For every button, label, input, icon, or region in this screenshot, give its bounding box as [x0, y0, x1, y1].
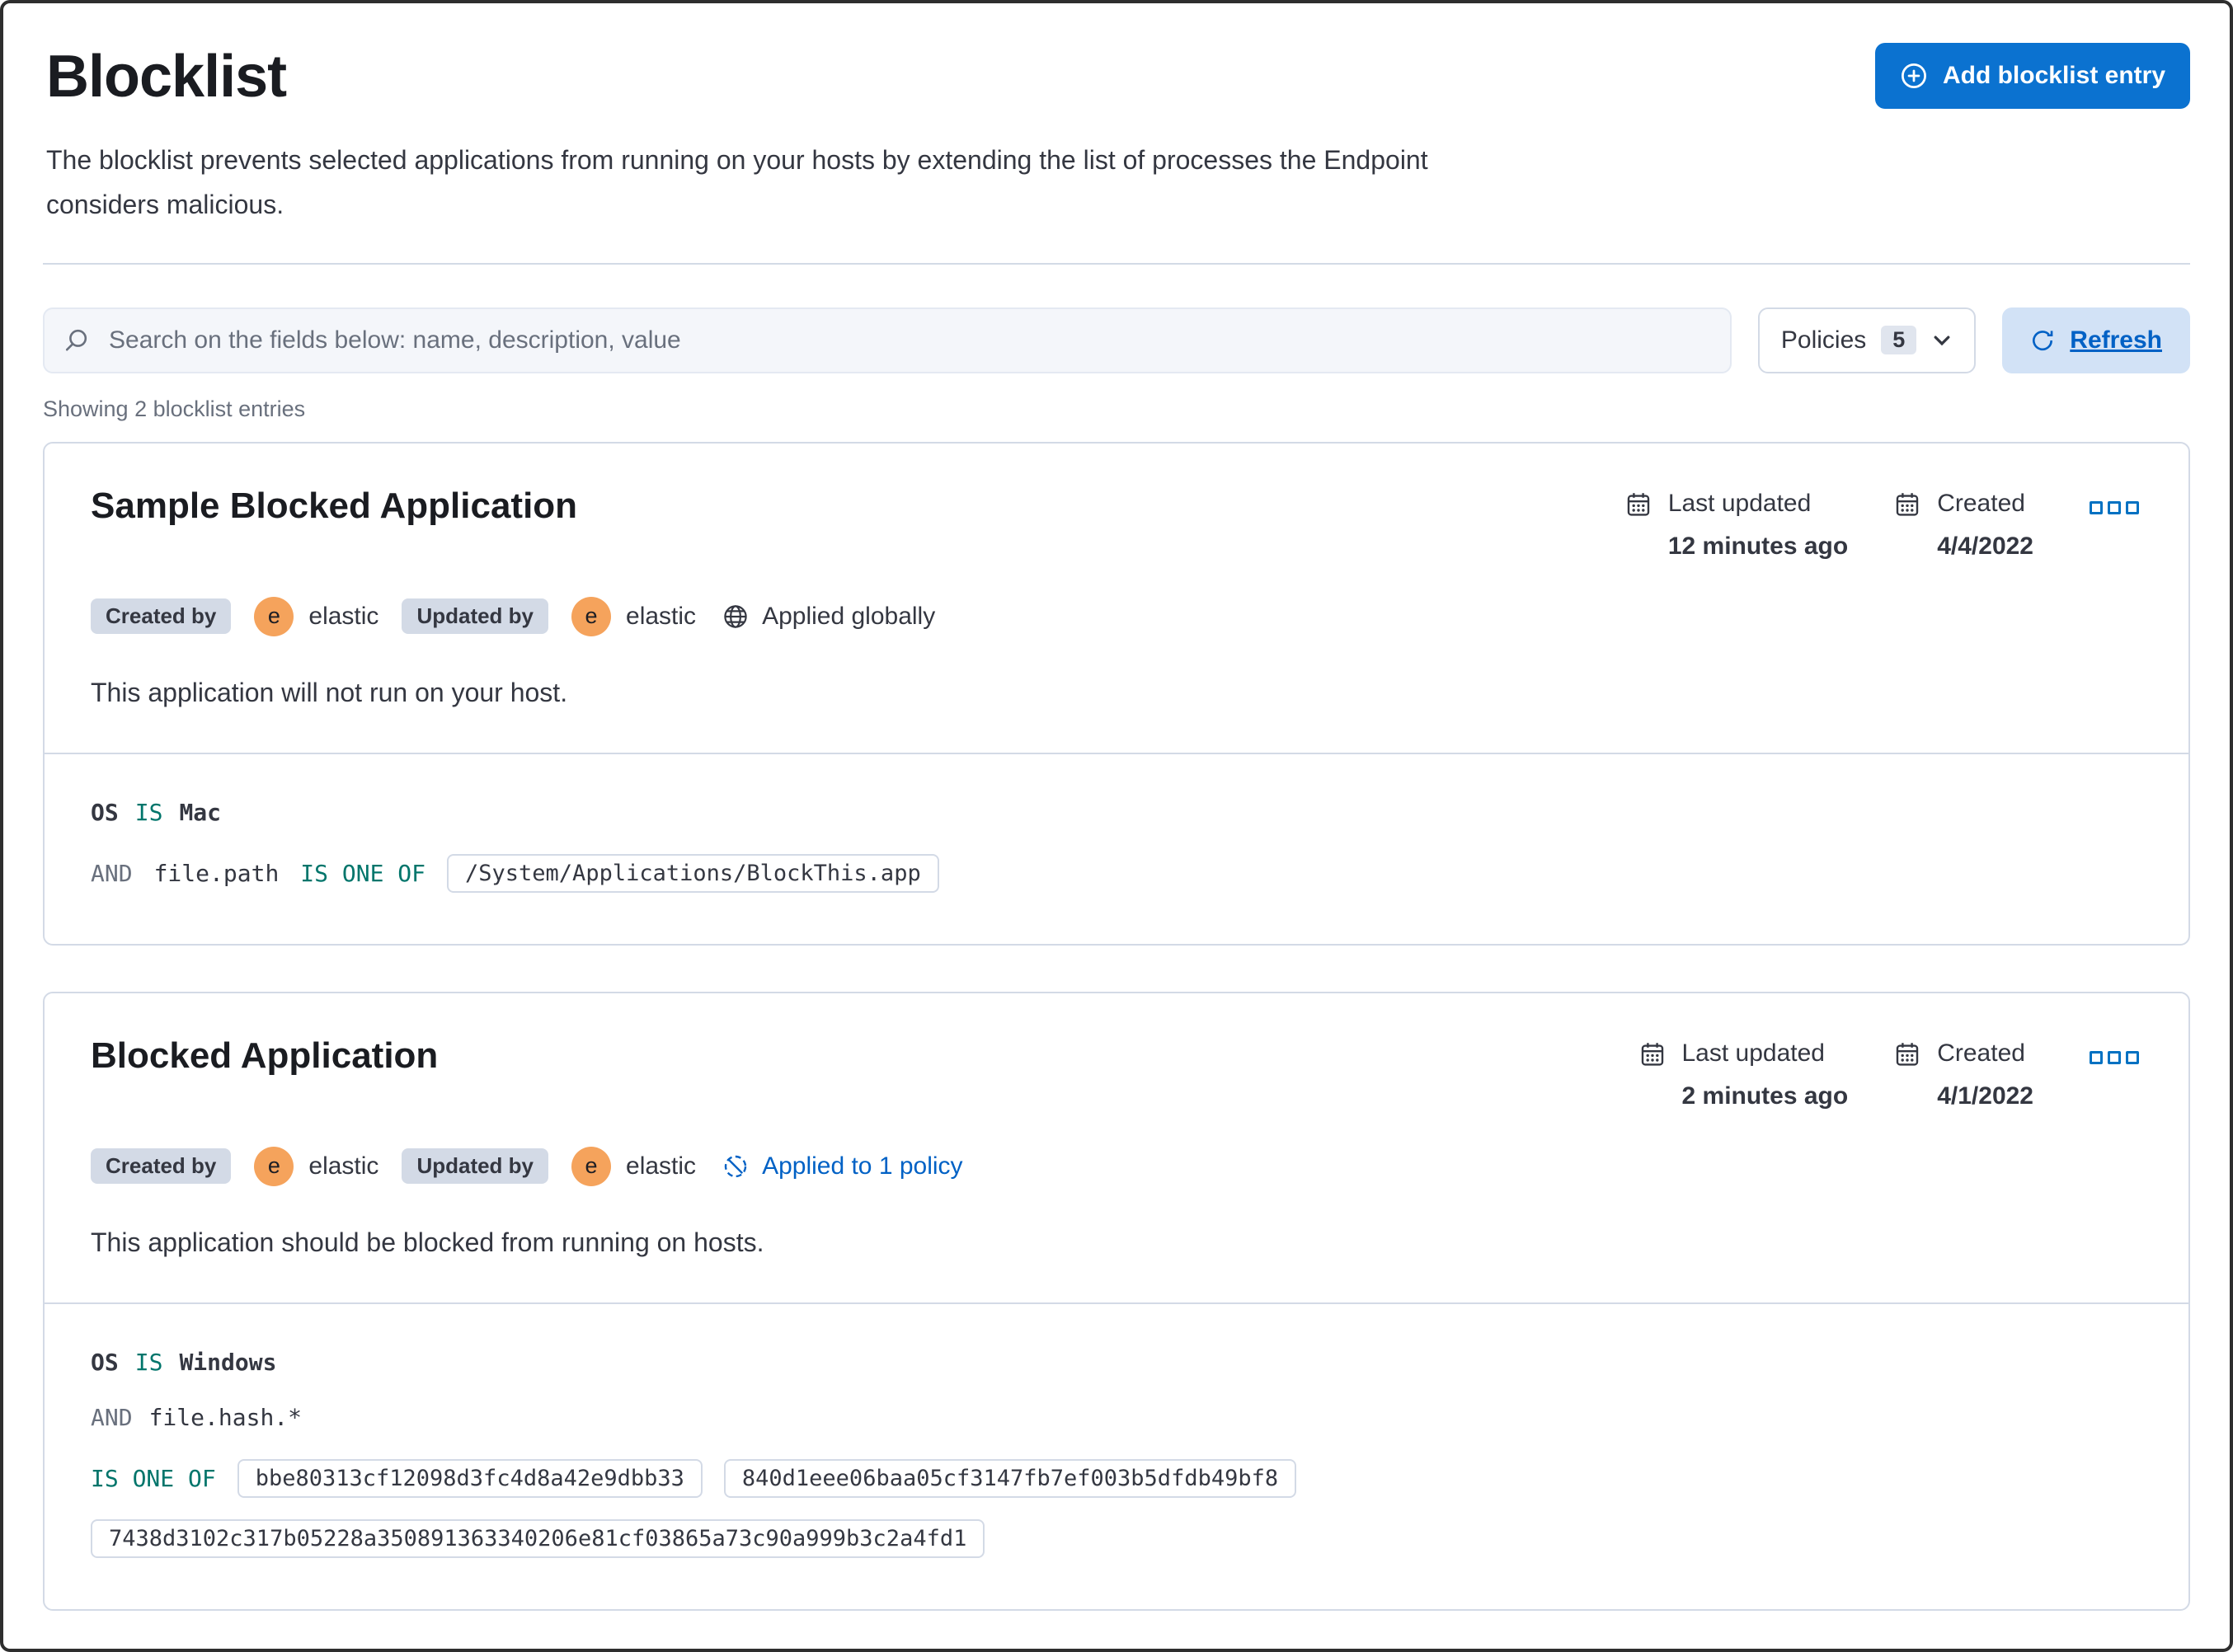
entry-title: Sample Blocked Application: [91, 485, 578, 526]
avatar: e: [571, 1146, 612, 1186]
blocklist-entry-card: Blocked Application Last updated 2 minut…: [43, 991, 2190, 1611]
add-blocklist-entry-button[interactable]: Add blocklist entry: [1874, 43, 2190, 109]
policies-label: Policies: [1780, 326, 1867, 354]
entries-summary: Showing 2 blocklist entries: [43, 396, 306, 421]
page-header: Blocklist Add blocklist entry: [43, 40, 2190, 111]
last-updated-label: Last updated: [1667, 489, 1812, 517]
globe-icon: [722, 603, 749, 630]
user-name: elastic: [308, 602, 379, 630]
last-updated-meta: Last updated 12 minutes ago: [1625, 490, 1848, 561]
entry-conditions: OS IS Mac AND file.path IS ONE OF /Syste…: [45, 754, 2188, 944]
last-updated-value: 2 minutes ago: [1681, 1082, 1849, 1110]
created-label: Created: [1937, 489, 2025, 517]
condition-field: OS: [91, 1348, 119, 1376]
condition-value-pill: 7438d3102c317b05228a350891363340206e81cf…: [91, 1518, 985, 1558]
created-by-badge: Created by: [91, 1148, 232, 1185]
updated-by-user: e elastic: [571, 596, 697, 636]
toolbar: Policies 5 Refresh: [43, 307, 2190, 373]
condition-operator: IS ONE OF: [91, 1464, 216, 1492]
search-input[interactable]: [106, 324, 1712, 356]
blocklist-entries: Sample Blocked Application Last updated …: [43, 441, 2190, 1611]
refresh-button[interactable]: Refresh: [2002, 307, 2190, 373]
entry-attribution: Created by e elastic Updated by e elasti…: [91, 596, 2142, 636]
plus-circle-icon: [1900, 62, 1928, 90]
updated-by-user: e elastic: [571, 1146, 697, 1186]
entry-actions-menu-button[interactable]: [2086, 1041, 2142, 1074]
condition-operator: IS: [134, 1348, 163, 1376]
partial-circle-icon: [722, 1153, 749, 1180]
entry-description: This application should be blocked from …: [91, 1227, 764, 1257]
boxes-horizontal-icon: [2090, 1050, 2103, 1064]
condition-field: file.path: [153, 859, 280, 887]
condition-value-pill: 840d1eee06baa05cf3147fb7ef003b5dfdb49bf8: [723, 1458, 1297, 1498]
user-name: elastic: [626, 1152, 697, 1180]
blocklist-entry-card: Sample Blocked Application Last updated …: [43, 441, 2190, 946]
add-blocklist-entry-label: Add blocklist entry: [1942, 62, 2165, 89]
calendar-icon: [1894, 1040, 1920, 1110]
header-divider: [43, 262, 2190, 265]
refresh-icon: [2030, 328, 2055, 353]
updated-by-badge: Updated by: [402, 1148, 549, 1185]
entry-description: This application will not run on your ho…: [91, 677, 568, 707]
search-box: [43, 307, 1732, 373]
condition-value-pill: /System/Applications/BlockThis.app: [447, 853, 939, 893]
calendar-icon: [1625, 490, 1652, 561]
avatar: e: [571, 596, 612, 636]
blocklist-page: Blocklist Add blocklist entry The blockl…: [0, 0, 2233, 1652]
entry-conditions: OS IS Windows AND file.hash.* IS ONE OF …: [45, 1304, 2188, 1609]
policies-count-badge: 5: [1881, 326, 1917, 355]
condition-operator: IS ONE OF: [300, 859, 426, 887]
search-icon: [63, 327, 89, 354]
entry-meta: Last updated 12 minutes ago Created 4/4/…: [1625, 485, 2142, 561]
entry-meta: Last updated 2 minutes ago Created 4/1/2…: [1639, 1035, 2143, 1110]
created-meta: Created 4/4/2022: [1894, 490, 2033, 561]
condition-value: Windows: [179, 1348, 277, 1376]
boxes-horizontal-icon: [2090, 500, 2103, 514]
avatar: e: [254, 596, 294, 636]
applied-globally-label: Applied globally: [722, 603, 935, 631]
condition-field: file.hash.*: [148, 1403, 303, 1431]
condition-field: OS: [91, 798, 119, 826]
condition-value: Mac: [179, 798, 222, 826]
policies-filter-button[interactable]: Policies 5: [1757, 307, 1977, 373]
created-label: Created: [1937, 1039, 2025, 1067]
created-value: 4/1/2022: [1937, 1082, 2033, 1110]
last-updated-value: 12 minutes ago: [1667, 532, 1849, 560]
condition-conjunction: AND: [91, 859, 133, 887]
entry-actions-menu-button[interactable]: [2086, 491, 2142, 524]
user-name: elastic: [626, 602, 697, 630]
avatar: e: [254, 1146, 294, 1186]
entry-attribution: Created by e elastic Updated by e elasti…: [91, 1146, 2142, 1186]
condition-value-pill: bbe80313cf12098d3fc4d8a42e9dbb33: [237, 1458, 703, 1498]
calendar-icon: [1894, 490, 1920, 561]
created-by-badge: Created by: [91, 598, 232, 635]
page-title: Blocklist: [46, 44, 287, 110]
created-by-user: e elastic: [254, 1146, 379, 1186]
page-description: The blocklist prevents selected applicat…: [46, 144, 1428, 219]
user-name: elastic: [308, 1152, 379, 1180]
created-value: 4/4/2022: [1937, 532, 2033, 560]
condition-operator: IS: [134, 798, 163, 826]
last-updated-label: Last updated: [1681, 1039, 1825, 1067]
refresh-label: Refresh: [2070, 326, 2162, 354]
created-meta: Created 4/1/2022: [1894, 1040, 2033, 1110]
condition-conjunction: AND: [91, 1403, 133, 1431]
calendar-icon: [1639, 1040, 1666, 1110]
applied-policy-link[interactable]: Applied to 1 policy: [722, 1152, 963, 1180]
created-by-user: e elastic: [254, 596, 379, 636]
chevron-down-icon: [1931, 330, 1953, 351]
last-updated-meta: Last updated 2 minutes ago: [1639, 1039, 1849, 1110]
entry-title: Blocked Application: [91, 1035, 439, 1076]
updated-by-badge: Updated by: [402, 598, 549, 635]
